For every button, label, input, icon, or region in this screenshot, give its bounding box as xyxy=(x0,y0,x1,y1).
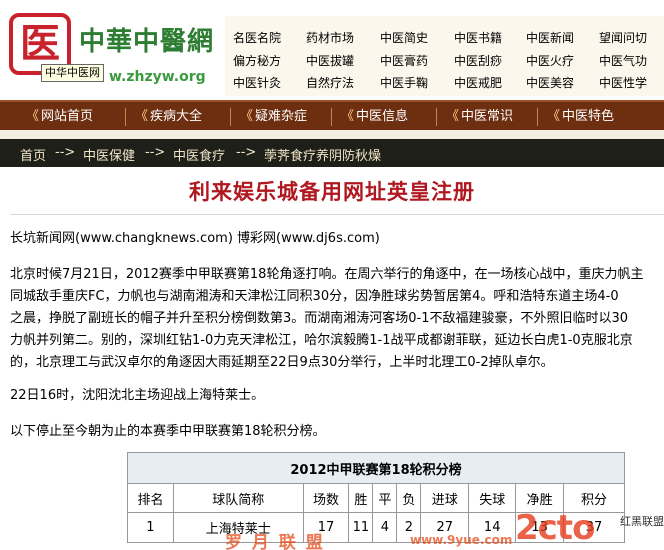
watermark-left: 罗 月 联 盟 xyxy=(225,533,325,550)
standings-caption: 2012中甲联赛第18轮积分榜 xyxy=(127,452,625,484)
article-para2: 22日16时，沈阳沈北主场迎战上海特莱士。 xyxy=(10,388,265,403)
breadcrumb-separator: --> xyxy=(145,145,166,160)
quick-link[interactable]: 中医气功 xyxy=(599,52,647,69)
quick-link[interactable]: 中医针灸 xyxy=(233,74,281,91)
logo-url: w.zhzyw.org xyxy=(109,69,206,85)
quick-link[interactable]: 中医手鞠 xyxy=(380,74,428,91)
quick-link[interactable]: 偏方秘方 xyxy=(233,52,281,69)
watermark-mid: www.9yue.com xyxy=(410,533,513,547)
nav-divider xyxy=(537,108,538,126)
breadcrumb-spacer xyxy=(0,130,664,139)
main-nav: 《网站首页《疾病大全《疑难杂症《中医信息《中医常识《中医特色 xyxy=(0,100,664,130)
table-cell: 11 xyxy=(348,512,374,543)
nav-item-label: 疑难杂症 xyxy=(255,109,308,124)
column-header: 球队简称 xyxy=(172,483,304,513)
quick-links-panel: 名医名院 药材市场 中医简史 中医书籍 中医新闻 望闻问切偏方秘方 中医拔罐 中医膏药 中医刮痧… xyxy=(225,16,664,96)
column-header: 胜 xyxy=(348,483,374,513)
logo-glyph: 医 xyxy=(20,20,60,67)
double-chevron-left-icon: 《 xyxy=(341,109,355,124)
quick-link[interactable]: 中医性学 xyxy=(599,74,647,91)
article-para3: 以下停止至今朝为止的本赛季中甲联赛第18轮积分榜。 xyxy=(10,424,326,439)
nav-item-label: 中医常识 xyxy=(461,109,514,124)
nav-item[interactable]: 《疾病大全 xyxy=(135,106,202,128)
article-para1-line3: 之晨，挣脱了副班长的帽子并升至积分榜倒数第3。而湖南湘涛河客场0-1不敌福建骏豪… xyxy=(10,311,629,326)
nav-item-label: 疾病大全 xyxy=(150,109,203,124)
nav-divider xyxy=(230,108,231,126)
nav-item-label: 中医信息 xyxy=(356,109,409,124)
quick-link[interactable]: 中医美容 xyxy=(526,74,574,91)
quick-link[interactable]: 中医拔罐 xyxy=(306,52,354,69)
breadcrumb-separator: --> xyxy=(55,145,76,160)
nav-divider xyxy=(125,108,126,126)
breadcrumb-item[interactable]: 首页 xyxy=(20,145,46,164)
column-header: 排名 xyxy=(127,483,174,513)
quick-link[interactable]: 药材市场 xyxy=(306,29,354,46)
article-source: 长坑新闻网(www.changknews.com) 博彩网(www.dj6s.c… xyxy=(10,231,380,246)
nav-item[interactable]: 《网站首页 xyxy=(26,106,93,128)
site-logo[interactable]: 医 中華中醫網 w.zhzyw.org 中华中医网 xyxy=(3,11,213,91)
article-para1-line2: 同城敌手重庆FC，力帆也与湖南湘涛和天津松江同积30分，因净胜球劣势暂居第4。呼… xyxy=(10,289,619,304)
nav-item[interactable]: 《中医信息 xyxy=(341,106,408,128)
quick-link[interactable]: 名医名院 xyxy=(233,29,281,46)
column-header: 平 xyxy=(372,483,398,513)
watermark-logo: 2cto xyxy=(515,508,595,548)
nav-item-label: 中医特色 xyxy=(562,109,615,124)
double-chevron-left-icon: 《 xyxy=(240,109,254,124)
quick-link[interactable]: 中医刮痧 xyxy=(454,52,502,69)
quick-link[interactable]: 中医新闻 xyxy=(526,29,574,46)
quick-link[interactable]: 中医简史 xyxy=(380,29,428,46)
double-chevron-left-icon: 《 xyxy=(135,109,149,124)
article-para1-line5: 的，北京理工与武汉卓尔的角逐因大雨延期至22日9点30分举行，上半时北理工0-2… xyxy=(10,355,554,370)
nav-divider xyxy=(436,108,437,126)
column-header: 失球 xyxy=(468,483,517,513)
quick-link[interactable]: 望闻问切 xyxy=(599,29,647,46)
double-chevron-left-icon: 《 xyxy=(26,109,40,124)
double-chevron-left-icon: 《 xyxy=(446,109,460,124)
table-cell: 4 xyxy=(372,512,398,543)
nav-item[interactable]: 《疑难杂症 xyxy=(240,106,307,128)
article-para1-line4: 力帆并列第二。别的，深圳红钻1-0力克天津松江，哈尔滨毅腾1-1战平成都谢菲联，… xyxy=(10,333,633,348)
article-title: 利来娱乐城备用网址英皇注册 xyxy=(189,179,475,204)
breadcrumb-item[interactable]: 中医食疗 xyxy=(173,145,225,164)
breadcrumb-separator: --> xyxy=(236,145,257,160)
breadcrumb-item[interactable]: 荸荠食疗养阴防秋燥 xyxy=(264,145,381,164)
watermark-right: 红黑联盟 xyxy=(620,515,664,528)
quick-link[interactable]: 中医火疗 xyxy=(526,52,574,69)
double-chevron-left-icon: 《 xyxy=(547,109,561,124)
quick-link[interactable]: 中医书籍 xyxy=(454,29,502,46)
logo-tooltip: 中华中医网 xyxy=(41,64,104,82)
site-header: 医 中華中醫網 w.zhzyw.org 中华中医网 名医名院 药材市场 中医简史 中医… xyxy=(0,0,664,100)
title-divider xyxy=(10,214,664,215)
quick-link[interactable]: 自然疗法 xyxy=(306,74,354,91)
standings-caption-row: 2012中甲联赛第18轮积分榜 xyxy=(127,452,625,484)
article-para1-line1: 北京时候7月21日，2012赛季中甲联赛第18轮角逐打响。在周六举行的角逐中，在… xyxy=(10,267,644,282)
column-header: 负 xyxy=(396,483,422,513)
column-header: 进球 xyxy=(420,483,470,513)
quick-link[interactable]: 中医戒肥 xyxy=(454,74,502,91)
nav-item[interactable]: 《中医常识 xyxy=(446,106,513,128)
table-cell: 1 xyxy=(127,512,174,543)
nav-item-label: 网站首页 xyxy=(41,109,94,124)
column-header: 场数 xyxy=(302,483,350,513)
logo-title: 中華中醫網 xyxy=(79,27,215,57)
breadcrumb-item[interactable]: 中医保健 xyxy=(83,145,135,164)
nav-item[interactable]: 《中医特色 xyxy=(547,106,614,128)
quick-link[interactable]: 中医膏药 xyxy=(380,52,428,69)
nav-divider xyxy=(331,108,332,126)
breadcrumb: 首页 --> 中医保健 --> 中医食疗 --> 荸荠食疗养阴防秋燥 xyxy=(0,139,664,167)
